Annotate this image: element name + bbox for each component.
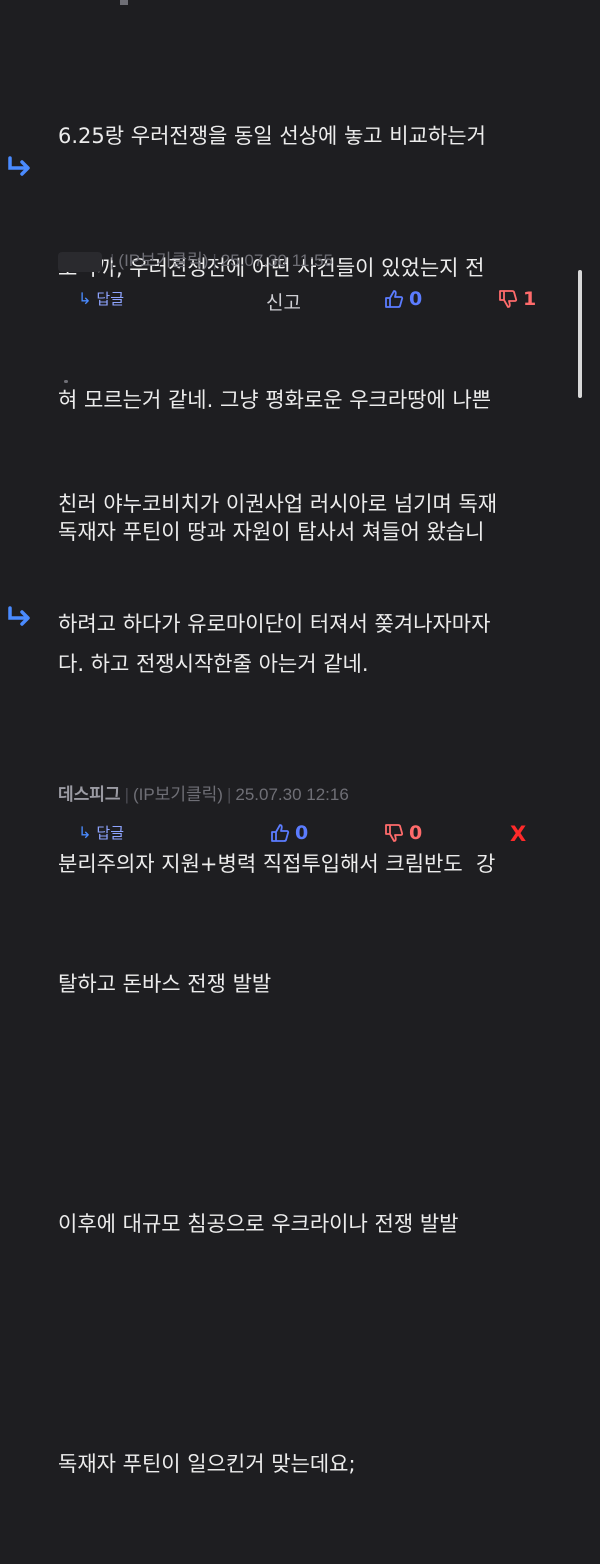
comment-2-body: 친러 야누코비치가 이권사업 러시아로 넘기며 독재 하려고 하다가 유로마이단… bbox=[58, 404, 578, 1564]
reply-label: 답글 bbox=[96, 824, 125, 842]
downvote-button[interactable]: 1 bbox=[498, 288, 536, 310]
thumbs-down-icon bbox=[499, 290, 518, 308]
delete-button[interactable]: X bbox=[510, 822, 526, 846]
comment-2-meta: 데스피그 | (IP보기클릭) | 25.07.30 12:16 bbox=[58, 780, 349, 805]
downvote-button[interactable]: 0 bbox=[384, 822, 422, 844]
ip-link[interactable]: (IP보기클릭) bbox=[133, 785, 223, 804]
upvote-count: 0 bbox=[409, 288, 423, 310]
upvote-count: 0 bbox=[295, 822, 309, 844]
comment-line: 이후에 대규모 침공으로 우크라이나 전쟁 발발 bbox=[58, 1212, 459, 1236]
top-divider-mark bbox=[120, 0, 128, 5]
upvote-button[interactable]: 0 bbox=[270, 822, 308, 844]
blurred-author bbox=[58, 251, 102, 272]
comment-line: 친러 야누코비치가 이권사업 러시아로 넘기며 독재 bbox=[58, 492, 498, 516]
comment-line: 하려고 하다가 유로마이단이 터져서 쫒겨나자마자 bbox=[58, 612, 491, 636]
downvote-count: 0 bbox=[409, 822, 423, 844]
reply-label: 답글 bbox=[96, 290, 125, 308]
comment-line bbox=[58, 1084, 578, 1124]
meta-separator: | bbox=[226, 785, 232, 804]
comment-1-meta: ¦ (IP보기클릭) | 25.07.30 11:55 bbox=[58, 246, 333, 272]
thumbs-up-icon bbox=[385, 290, 404, 308]
blurred-mark bbox=[64, 380, 68, 383]
comment-line: 독재자 푸틴이 일으킨거 맞는데요; bbox=[58, 1452, 356, 1476]
thumbs-up-icon bbox=[271, 824, 290, 842]
comment-2-actions: ↳ 답글 0 0 X bbox=[0, 822, 600, 852]
ip-link[interactable]: (IP보기클릭) bbox=[118, 251, 208, 270]
comment-line: 6.25랑 우러전쟁을 동일 선상에 놓고 비교하는거 bbox=[58, 124, 486, 148]
meta-separator: ¦ bbox=[110, 251, 115, 270]
reply-button[interactable]: ↳ 답글 bbox=[78, 822, 124, 843]
comment-line: 탈하고 돈바스 전쟁 발발 bbox=[58, 972, 272, 996]
thumbs-down-icon bbox=[385, 824, 404, 842]
reply-arrow-icon bbox=[8, 156, 30, 176]
reply-small-icon: ↳ bbox=[78, 823, 92, 842]
reply-small-icon: ↳ bbox=[78, 289, 92, 308]
author-name[interactable]: 데스피그 bbox=[58, 785, 121, 804]
meta-separator: | bbox=[212, 251, 217, 270]
reply-arrow-icon bbox=[8, 606, 30, 626]
report-button[interactable]: 신고 bbox=[266, 288, 301, 315]
reply-button[interactable]: ↳ 답글 bbox=[78, 288, 124, 309]
timestamp: 25.07.30 11:55 bbox=[220, 251, 333, 270]
timestamp: 25.07.30 12:16 bbox=[235, 785, 349, 804]
downvote-count: 1 bbox=[523, 288, 537, 310]
upvote-button[interactable]: 0 bbox=[384, 288, 422, 310]
scrollbar[interactable] bbox=[578, 270, 582, 398]
comment-line bbox=[58, 1324, 578, 1364]
comment-line bbox=[58, 724, 578, 764]
comment-1-actions: ↳ 답글 신고 0 1 bbox=[0, 288, 600, 318]
meta-separator: | bbox=[124, 785, 129, 804]
